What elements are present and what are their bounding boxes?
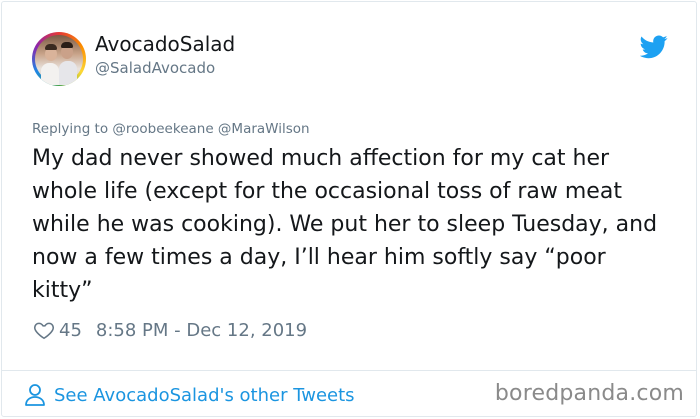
avatar[interactable] — [32, 32, 86, 86]
twitter-bird-icon[interactable] — [640, 35, 668, 59]
footer-divider — [1, 370, 697, 371]
replying-to: Replying to @roobeekeane @MaraWilson — [32, 121, 310, 137]
author-display-name[interactable]: AvocadoSalad — [95, 32, 235, 56]
tweet-meta: 45 8:58 PM - Dec 12, 2019 — [33, 317, 307, 343]
avatar-photo — [35, 35, 83, 85]
see-other-tweets-label[interactable]: See AvocadoSalad's other Tweets — [54, 385, 355, 406]
user-icon — [25, 384, 45, 406]
heart-icon[interactable] — [33, 319, 55, 341]
tweet-timestamp[interactable]: 8:58 PM - Dec 12, 2019 — [96, 320, 307, 341]
reply-mentions[interactable]: @roobeekeane @MaraWilson — [112, 121, 309, 137]
replying-prefix: Replying to — [32, 121, 109, 137]
like-count: 45 — [59, 319, 82, 341]
author-handle[interactable]: @SaladAvocado — [95, 59, 215, 77]
watermark: boredpanda.com — [494, 381, 684, 406]
tweet-text: My dad never showed much affection for m… — [32, 146, 658, 303]
see-other-tweets-link[interactable]: See AvocadoSalad's other Tweets — [24, 381, 355, 409]
